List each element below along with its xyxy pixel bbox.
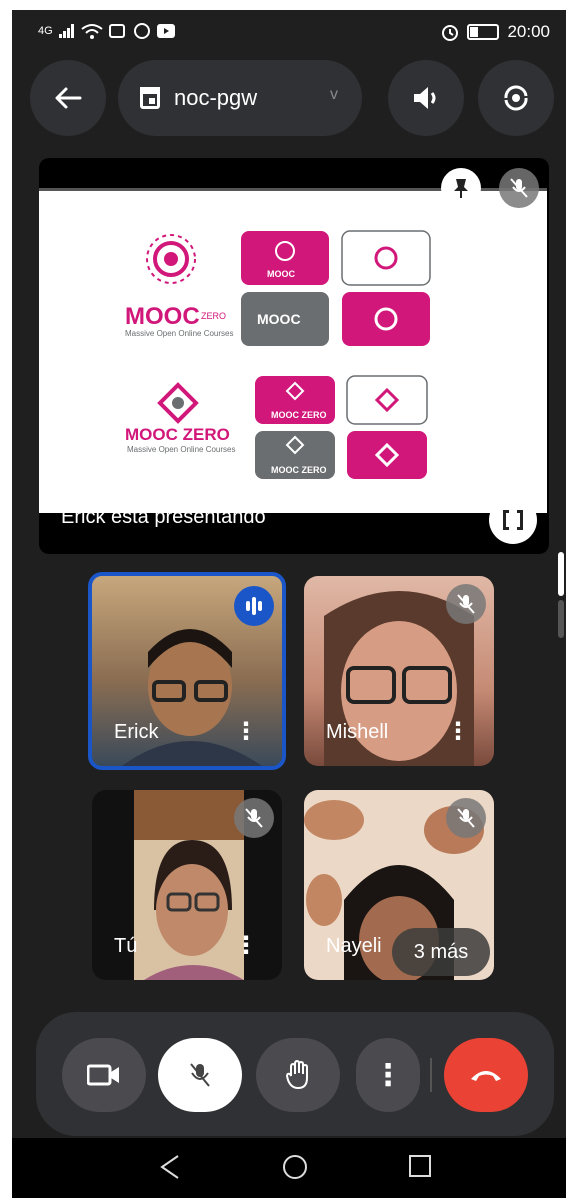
arrow-left-icon <box>55 87 82 109</box>
scrollbar-track <box>558 600 564 638</box>
battery-icon <box>467 24 500 40</box>
mic-off-icon <box>510 178 528 198</box>
scrollbar-thumb[interactable] <box>558 552 564 596</box>
shared-slide: MOOC ZERO Massive Open Online Courses MO… <box>39 191 547 513</box>
whatsapp-icon <box>133 23 150 39</box>
end-call-button[interactable] <box>444 1038 528 1112</box>
wifi-icon <box>81 24 103 39</box>
status-left: 4G <box>38 22 175 40</box>
camera-switch-icon <box>504 85 528 111</box>
mic-off-icon <box>457 594 475 614</box>
youtube-icon <box>156 24 175 38</box>
speaking-indicator <box>234 586 274 626</box>
more-vert-icon: ⋮ <box>373 1058 403 1092</box>
mic-status <box>234 798 274 838</box>
more-vert-icon[interactable]: ⋮ <box>234 931 258 960</box>
microphone-button[interactable] <box>158 1038 242 1112</box>
mic-status <box>446 798 486 838</box>
svg-text:MOOC: MOOC <box>267 269 295 279</box>
svg-text:MOOC ZERO: MOOC ZERO <box>271 465 327 475</box>
meeting-info-button[interactable]: noc-pgw v <box>118 60 362 136</box>
raise-hand-icon <box>286 1060 308 1089</box>
clock: 20:00 <box>507 22 550 41</box>
more-vert-icon[interactable]: ⋮ <box>446 717 470 746</box>
phone-screen: 4G 20:00 noc-pgw v MOOC ZERO Massive Ope… <box>12 10 566 1198</box>
video-icon <box>87 1064 119 1086</box>
brand-top-sub: Massive Open Online Courses <box>125 329 234 338</box>
pin-icon <box>454 179 468 198</box>
call-controls: ⋮ <box>36 1012 554 1136</box>
mooc-logo-bottom <box>157 382 199 424</box>
end-call-icon <box>471 1071 501 1081</box>
alarm-icon <box>442 25 459 41</box>
mic-off-icon <box>457 808 475 828</box>
pin-button[interactable] <box>441 168 481 208</box>
fullscreen-button[interactable] <box>489 496 537 544</box>
more-options-button[interactable]: ⋮ <box>356 1038 420 1112</box>
cast-icon <box>108 24 125 38</box>
svg-text:MOOC: MOOC <box>257 311 301 327</box>
back-nav-icon[interactable] <box>158 1154 182 1180</box>
brand-top-badge: ZERO <box>201 311 226 321</box>
back-button[interactable] <box>30 60 106 136</box>
brand-bottom-sub: Massive Open Online Courses <box>127 445 236 454</box>
status-bar: 4G 20:00 <box>12 10 566 52</box>
presenter-mic-status <box>499 168 539 208</box>
participant-tile-erick[interactable]: Erick ⋮ <box>88 572 286 770</box>
status-right: 20:00 <box>441 22 550 42</box>
volume-icon <box>414 87 436 109</box>
presenting-caption: Erick está presentando <box>61 506 266 528</box>
meeting-toolbar: noc-pgw v <box>12 60 566 136</box>
signal-icon <box>58 24 74 38</box>
meeting-code: noc-pgw <box>174 85 258 110</box>
mic-off-icon <box>190 1063 210 1087</box>
chevron-down-icon: v <box>330 86 338 103</box>
participant-name: Mishell <box>326 721 389 743</box>
recents-nav-icon[interactable] <box>408 1154 432 1178</box>
network-type: 4G <box>38 25 53 37</box>
audio-output-button[interactable] <box>388 60 464 136</box>
camera-button[interactable] <box>62 1038 146 1112</box>
participant-name: Erick <box>114 721 159 743</box>
participant-tile-mishell[interactable]: Mishell ⋮ <box>304 576 494 766</box>
slide-graphics: MOOC ZERO Massive Open Online Courses MO… <box>125 230 431 479</box>
mic-status <box>446 584 486 624</box>
brand-top-text: MOOC <box>125 303 200 330</box>
home-nav-icon[interactable] <box>282 1154 308 1180</box>
mic-off-icon <box>245 808 263 828</box>
calendar-icon <box>140 87 160 109</box>
participant-name: Tú <box>114 935 138 957</box>
presentation-tile[interactable]: MOOC ZERO Massive Open Online Courses MO… <box>39 158 549 554</box>
raise-hand-button[interactable] <box>256 1038 340 1112</box>
svg-text:MOOC ZERO: MOOC ZERO <box>271 410 327 420</box>
switch-camera-button[interactable] <box>478 60 554 136</box>
more-vert-icon[interactable]: ⋮ <box>234 717 258 746</box>
participant-tile-self[interactable]: Tú ⋮ <box>92 790 282 980</box>
participant-name: Nayeli <box>326 935 382 957</box>
system-nav-bar <box>12 1138 566 1198</box>
mooc-logo-top <box>146 234 196 284</box>
divider <box>430 1058 432 1092</box>
brand-bottom-text: MOOC ZERO <box>125 425 230 444</box>
more-participants-button[interactable]: 3 más <box>392 928 490 976</box>
